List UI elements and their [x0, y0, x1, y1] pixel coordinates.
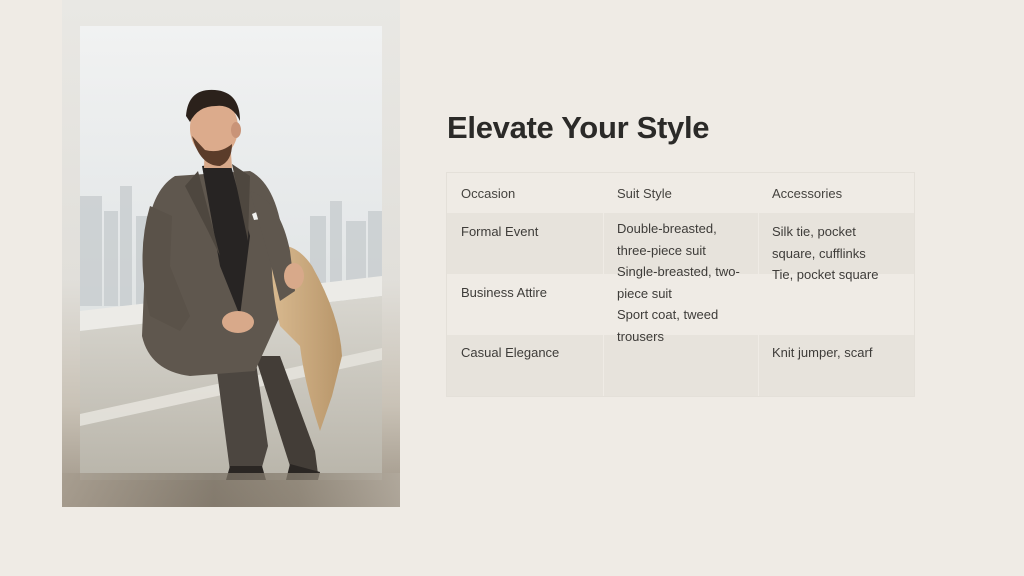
header-accessories: Accessories — [772, 186, 843, 201]
slide-title: Elevate Your Style — [447, 110, 710, 145]
cell-suit-style: Sport coat, tweed — [617, 307, 719, 322]
cell-accessories: Knit jumper, scarf — [772, 345, 873, 360]
photo-frame — [62, 0, 400, 507]
cell-suit-style: three-piece suit — [617, 243, 706, 258]
cell-occasion: Casual Elegance — [461, 345, 560, 360]
cell-suit-style: trousers — [617, 329, 664, 344]
cell-suit-style: Double-breasted, — [617, 221, 717, 236]
photo-man-in-tweed-suit-icon — [80, 26, 382, 480]
cell-occasion: Formal Event — [461, 224, 539, 239]
header-suit-style: Suit Style — [617, 186, 672, 201]
cell-suit-style: piece suit — [617, 286, 672, 301]
slide: Elevate Your Style Occasion Suit Style A… — [0, 0, 1024, 576]
column-divider — [758, 213, 759, 396]
cell-accessories: Silk tie, pocket — [772, 224, 856, 239]
header-occasion: Occasion — [461, 186, 516, 201]
style-table: Occasion Suit Style Accessories Formal E… — [446, 172, 915, 397]
cell-suit-style: Single-breasted, two- — [617, 264, 740, 279]
cell-occasion: Business Attire — [461, 285, 547, 300]
cell-accessories: square, cufflinks — [772, 246, 866, 261]
column-divider — [603, 213, 604, 396]
cell-accessories: Tie, pocket square — [772, 267, 879, 282]
model-photo — [80, 26, 382, 480]
table-header-row — [447, 173, 914, 213]
